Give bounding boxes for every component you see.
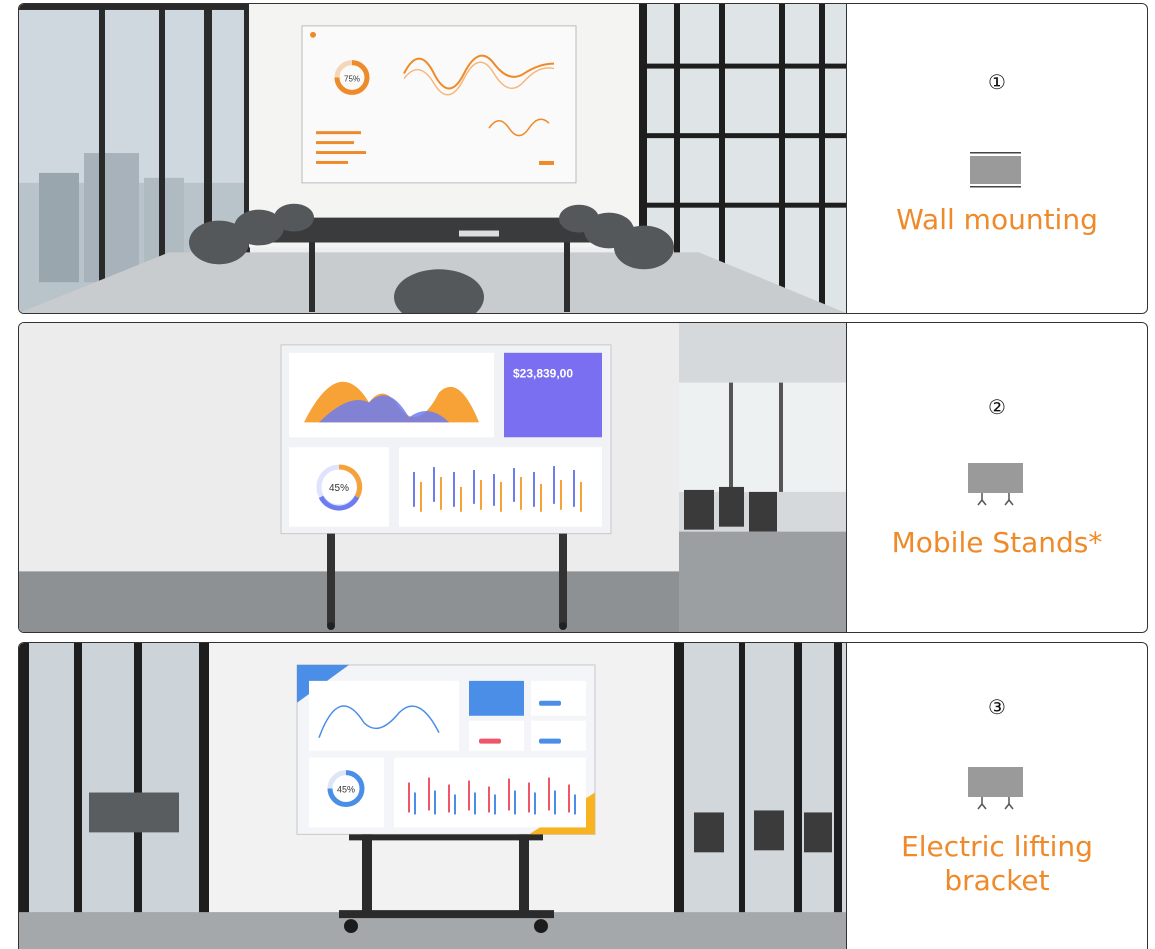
option-label-line-2: bracket bbox=[944, 864, 1050, 897]
svg-text:45%: 45% bbox=[329, 483, 349, 494]
option-card-mobile-stands: $23,839,00 45% ② Mobile Stands* bbox=[18, 322, 1148, 633]
wall-mounting-photo: 75% bbox=[19, 4, 846, 313]
option-card-electric-lifting-bracket: 45% ③ Electric lifting bracket bbox=[18, 642, 1148, 949]
option-card-wall-mounting: 75% ① Wall mounting bbox=[18, 3, 1148, 314]
svg-text:45%: 45% bbox=[337, 785, 355, 795]
wall-mount-icon bbox=[970, 152, 1021, 188]
mobile-stand-icon bbox=[968, 463, 1023, 506]
option-number: ① bbox=[988, 70, 1006, 94]
option-number: ② bbox=[988, 395, 1006, 419]
mobile-stands-info-panel: ② Mobile Stands* bbox=[846, 323, 1147, 632]
wall-mounting-info-panel: ① Wall mounting bbox=[846, 4, 1147, 313]
option-label: Wall mounting bbox=[896, 203, 1098, 236]
electric-lifting-bracket-photo: 45% bbox=[19, 643, 846, 949]
option-label-line-1: Electric lifting bbox=[901, 830, 1093, 863]
option-label: Mobile Stands* bbox=[891, 526, 1103, 559]
svg-text:$23,839,00: $23,839,00 bbox=[513, 367, 573, 381]
electric-lifting-bracket-info-panel: ③ Electric lifting bracket bbox=[846, 643, 1147, 949]
mobile-stands-photo: $23,839,00 45% bbox=[19, 323, 846, 632]
option-number: ③ bbox=[988, 695, 1006, 719]
lifting-bracket-icon bbox=[968, 767, 1023, 810]
svg-text:75%: 75% bbox=[344, 75, 360, 84]
